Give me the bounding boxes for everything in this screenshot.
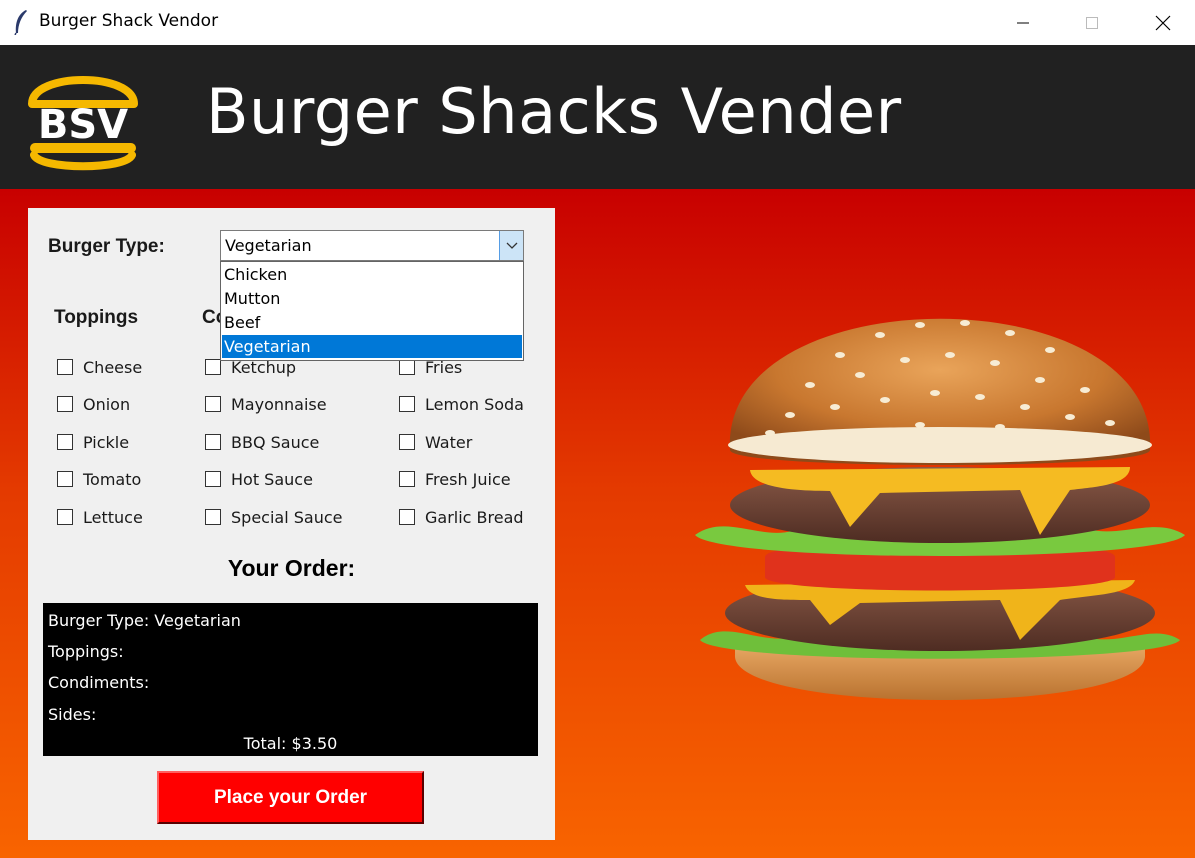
checkbox-box[interactable]: [57, 359, 73, 375]
checkbox-box[interactable]: [205, 471, 221, 487]
toppings-heading: Toppings: [54, 307, 139, 328]
burger-type-select[interactable]: Vegetarian: [220, 230, 524, 261]
dropdown-option-selected[interactable]: Vegetarian: [222, 335, 522, 358]
side-checkbox[interactable]: Garlic Bread: [399, 506, 524, 528]
app-title: Burger Shacks Vender: [206, 75, 902, 148]
topping-label: Onion: [83, 394, 131, 414]
condiment-checkbox[interactable]: Mayonnaise: [205, 393, 327, 415]
side-label: Garlic Bread: [425, 507, 524, 527]
checkbox-box[interactable]: [205, 434, 221, 450]
order-summary: Burger Type: Vegetarian Toppings: Condim…: [43, 603, 538, 756]
checkbox-box[interactable]: [399, 359, 415, 375]
topping-checkbox[interactable]: Cheese: [57, 356, 142, 378]
condiment-checkbox[interactable]: Special Sauce: [205, 506, 342, 528]
burger-type-dropdown-button[interactable]: [499, 231, 523, 260]
maximize-button[interactable]: [1057, 0, 1127, 45]
condiment-label: BBQ Sauce: [231, 432, 320, 452]
burger-image: [695, 318, 1185, 700]
side-checkbox[interactable]: Lemon Soda: [399, 393, 524, 415]
summary-sides: Sides:: [48, 705, 97, 724]
maximize-icon: [1086, 16, 1098, 29]
condiment-label: Special Sauce: [231, 507, 343, 527]
summary-condiments: Condiments:: [48, 673, 150, 692]
topping-checkbox[interactable]: Onion: [57, 393, 130, 415]
side-checkbox[interactable]: Water: [399, 431, 472, 453]
checkbox-box[interactable]: [205, 396, 221, 412]
checkbox-box[interactable]: [399, 471, 415, 487]
summary-total: Total: $3.50: [243, 734, 338, 753]
burger-type-label: Burger Type:: [48, 236, 165, 257]
close-button[interactable]: [1128, 0, 1195, 45]
topping-label: Tomato: [83, 469, 142, 489]
checkbox-box[interactable]: [205, 509, 221, 525]
topping-checkbox[interactable]: Pickle: [57, 431, 129, 453]
topping-checkbox[interactable]: Tomato: [57, 468, 141, 490]
condiment-checkbox[interactable]: Hot Sauce: [205, 468, 313, 490]
app-header: BSV Burger Shacks Vender: [0, 45, 1195, 189]
dropdown-option[interactable]: Beef: [222, 311, 522, 334]
burger-type-dropdown-list[interactable]: Chicken Mutton Beef Vegetarian: [220, 261, 524, 361]
checkbox-box[interactable]: [399, 434, 415, 450]
checkbox-box[interactable]: [205, 359, 221, 375]
dropdown-option[interactable]: Chicken: [222, 263, 522, 286]
your-order-heading: Your Order:: [227, 555, 356, 581]
condiment-checkbox[interactable]: BBQ Sauce: [205, 431, 319, 453]
side-checkbox[interactable]: Fresh Juice: [399, 468, 511, 490]
chevron-down-icon: [506, 242, 517, 249]
logo-text: BSV: [38, 102, 128, 148]
checkbox-box[interactable]: [399, 509, 415, 525]
side-label: Lemon Soda: [425, 394, 524, 414]
minimize-icon: [1017, 22, 1029, 23]
side-label: Water: [425, 432, 473, 452]
dropdown-option[interactable]: Mutton: [222, 287, 522, 310]
checkbox-box[interactable]: [57, 434, 73, 450]
checkbox-box[interactable]: [57, 509, 73, 525]
condiment-label: Hot Sauce: [231, 469, 313, 489]
checkbox-box[interactable]: [57, 396, 73, 412]
topping-checkbox[interactable]: Lettuce: [57, 506, 143, 528]
summary-toppings: Toppings:: [48, 642, 124, 661]
topping-label: Lettuce: [83, 507, 143, 527]
minimize-button[interactable]: [988, 0, 1058, 45]
side-label: Fresh Juice: [425, 469, 511, 489]
burger-logo-icon: BSV: [28, 76, 138, 171]
burger-type-value: Vegetarian: [225, 236, 312, 255]
place-order-button[interactable]: Place your Order: [157, 771, 424, 824]
window-title: Burger Shack Vendor: [39, 11, 219, 31]
topping-label: Pickle: [83, 432, 130, 452]
feather-icon: [14, 10, 27, 35]
checkbox-box[interactable]: [57, 471, 73, 487]
checkbox-box[interactable]: [399, 396, 415, 412]
summary-burger-type: Burger Type: Vegetarian: [48, 611, 241, 630]
topping-label: Cheese: [83, 357, 143, 377]
condiment-label: Mayonnaise: [231, 394, 327, 414]
window-titlebar[interactable]: Burger Shack Vendor: [0, 0, 1195, 45]
close-icon: [1155, 15, 1171, 30]
